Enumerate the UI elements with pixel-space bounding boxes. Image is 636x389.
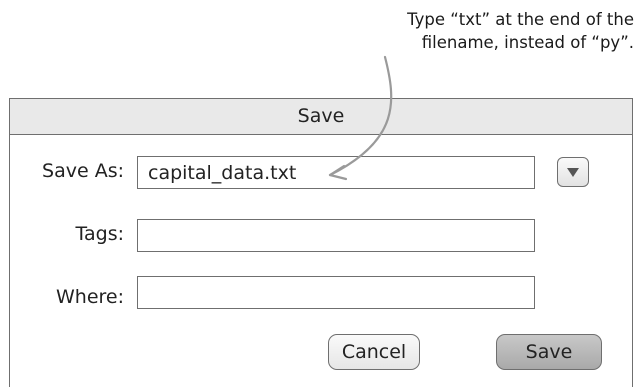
save-as-input[interactable]	[137, 156, 535, 189]
save-dialog: Save Save As: Tags: Where: Cancel Save	[9, 98, 633, 387]
dialog-title-bar: Save	[10, 99, 632, 135]
where-label: Where:	[55, 286, 124, 308]
chevron-down-icon	[567, 168, 579, 177]
cancel-button[interactable]: Cancel	[328, 334, 420, 370]
annotation-line-1: Type “txt” at the end of the	[407, 10, 634, 29]
expand-dialog-button[interactable]	[557, 157, 589, 187]
dialog-title: Save	[297, 105, 345, 127]
save-button[interactable]: Save	[496, 334, 602, 370]
where-input[interactable]	[137, 276, 535, 309]
tags-label: Tags:	[75, 223, 124, 245]
tags-input[interactable]	[137, 219, 535, 252]
save-as-label: Save As:	[42, 160, 124, 182]
annotation-callout: Type “txt” at the end of the filename, i…	[372, 8, 634, 54]
annotation-line-2: filename, instead of “py”.	[421, 33, 634, 52]
